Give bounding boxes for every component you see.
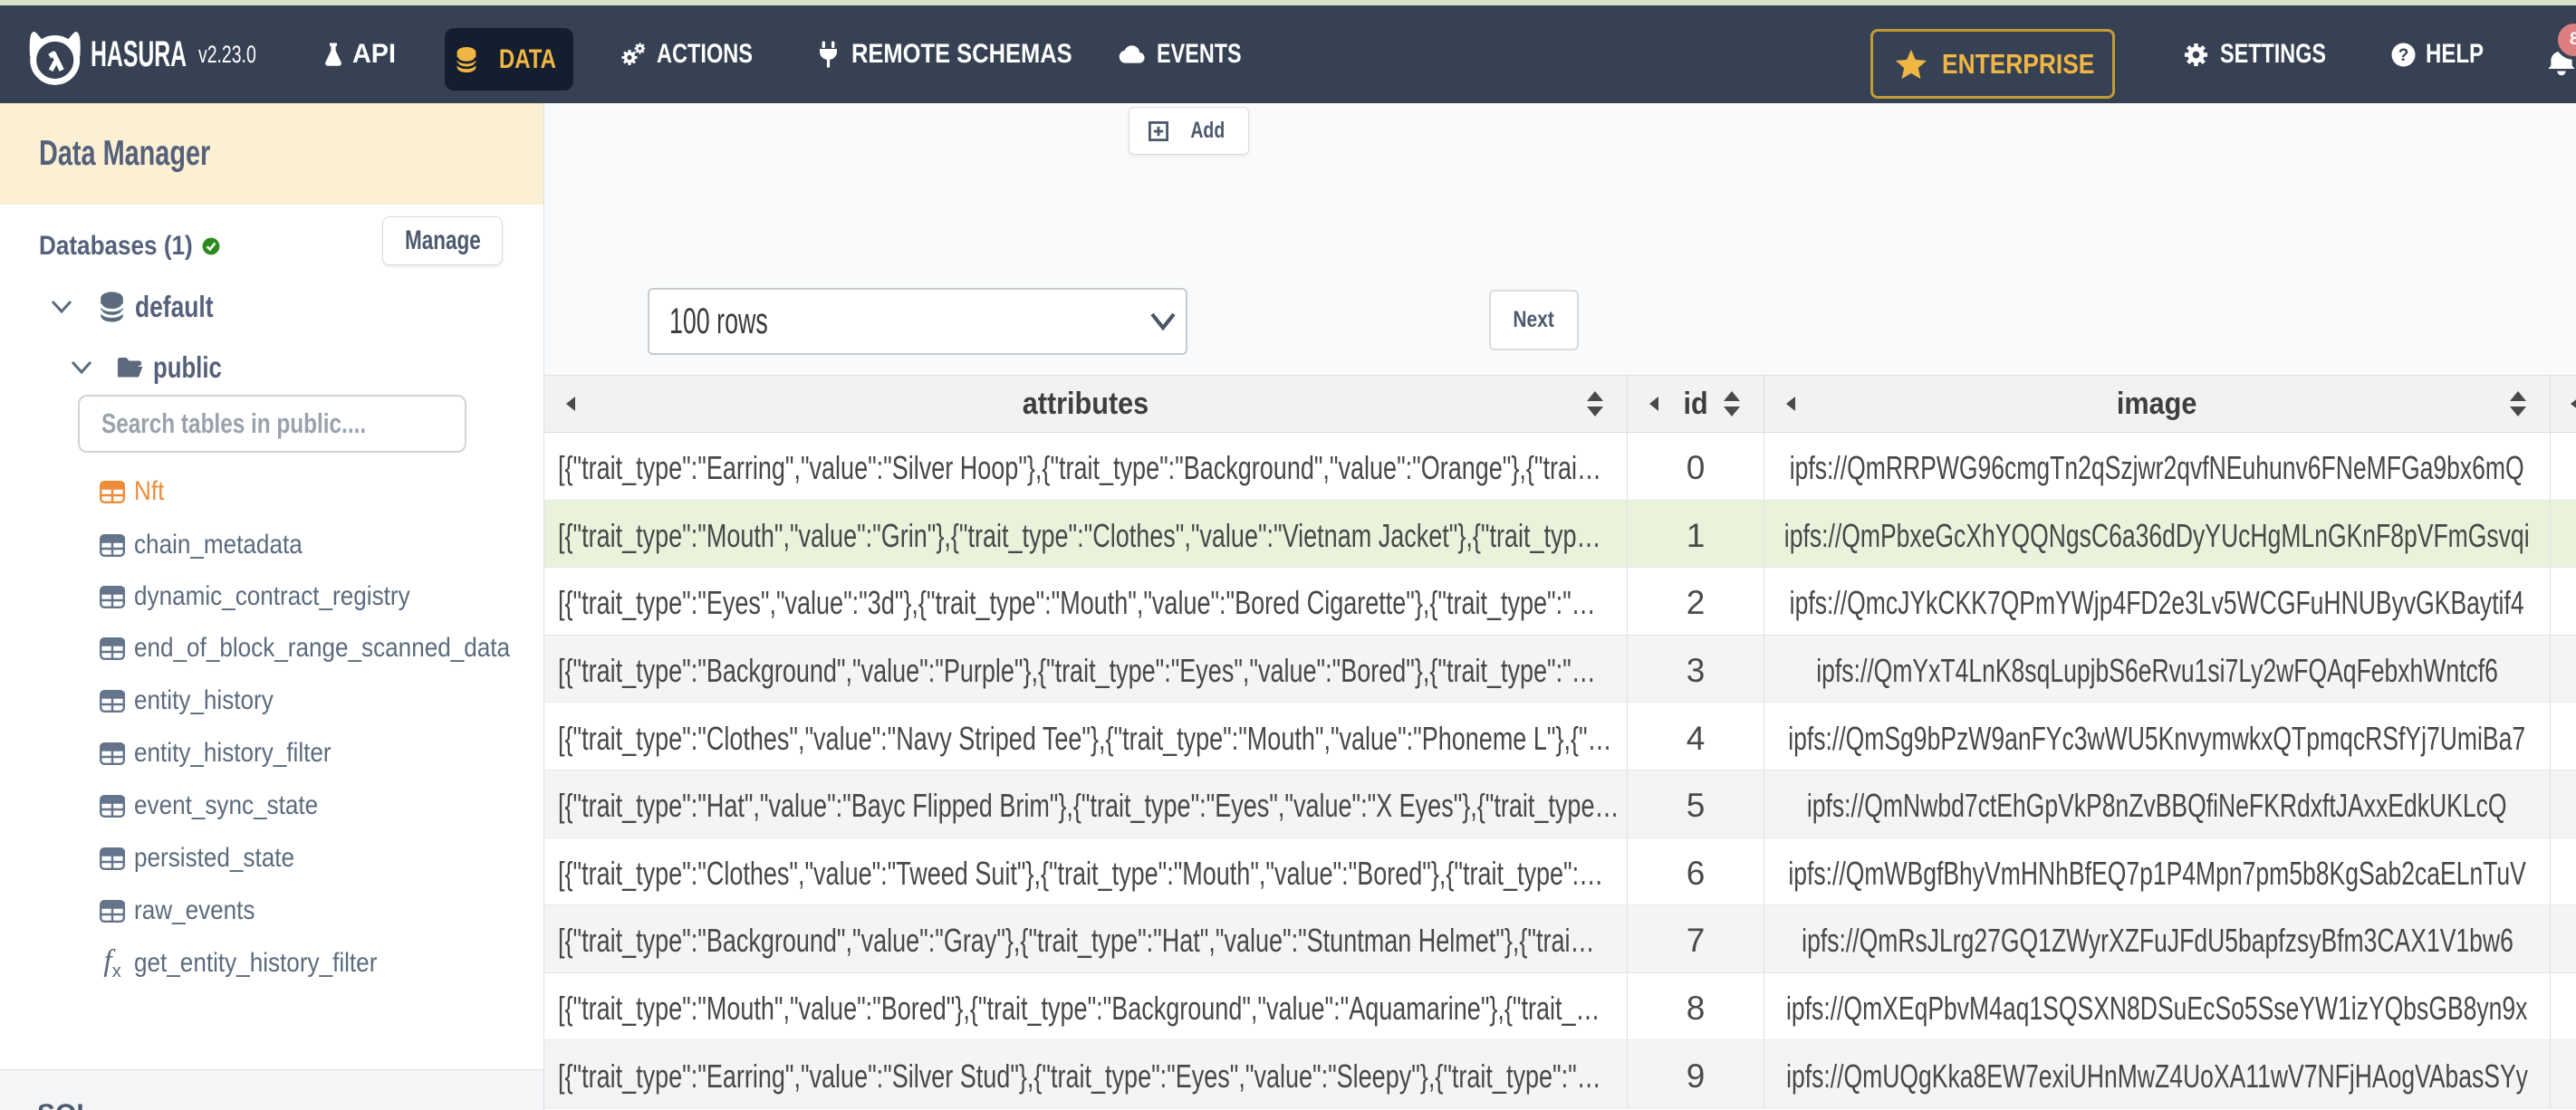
svg-text:?: ? — [2398, 46, 2409, 65]
